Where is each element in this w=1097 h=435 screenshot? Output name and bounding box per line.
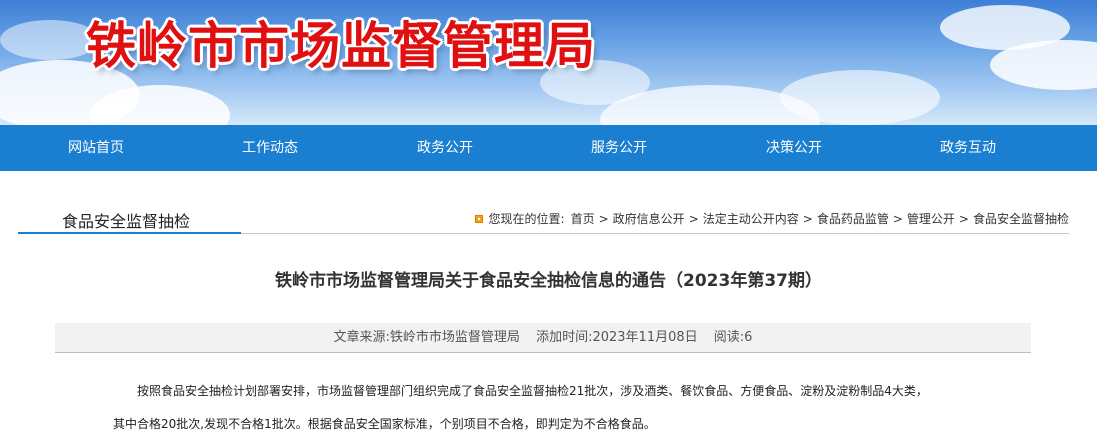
article-title: 铁岭市市场监督管理局关于食品安全抽检信息的通告（2023年第37期）: [275, 271, 822, 291]
nav-item-service[interactable]: 服务公开: [591, 125, 647, 171]
article-meta: 文章来源:铁岭市市场监督管理局 添加时间:2023年11月08日 阅读:6: [55, 323, 1031, 353]
breadcrumb: 您现在的位置: 首页 > 政府信息公开 > 法定主动公开内容 > 食品药品监管 …: [474, 210, 1069, 227]
breadcrumb-item-statutory[interactable]: 法定主动公开内容: [703, 210, 799, 227]
breadcrumb-prefix: 您现在的位置:: [488, 212, 565, 226]
article-paragraph-line: 按照食品安全抽检计划部署安排，市场监督管理部门组织完成了食品安全监督抽检21批次…: [137, 384, 928, 398]
breadcrumb-item-home[interactable]: 首页: [571, 210, 595, 227]
breadcrumb-separator: >: [802, 211, 813, 226]
breadcrumb-separator: >: [688, 211, 699, 226]
section-title: 食品安全监督抽检: [62, 212, 191, 231]
nav-item-home[interactable]: 网站首页: [68, 125, 124, 171]
section-underline-accent: [18, 232, 241, 234]
article-added-time: 添加时间:2023年11月08日: [536, 330, 698, 345]
breadcrumb-item-management[interactable]: 管理公开: [907, 210, 955, 227]
article-read-count: 阅读:6: [713, 330, 753, 345]
nav-item-decision[interactable]: 决策公开: [766, 125, 822, 171]
nav-item-interaction[interactable]: 政务互动: [940, 125, 996, 171]
cloud-decoration: [0, 20, 100, 60]
location-icon: [474, 214, 483, 223]
main-nav: 网站首页 工作动态 政务公开 服务公开 决策公开 政务互动: [0, 125, 1097, 171]
article-source: 文章来源:铁岭市市场监督管理局: [333, 330, 520, 345]
article-paragraph-line: 其中合格20批次,发现不合格1批次。根据食品安全国家标准，个别项目不合格，即判定…: [113, 417, 656, 431]
breadcrumb-separator: >: [958, 211, 969, 226]
nav-item-gov-affairs[interactable]: 政务公开: [417, 125, 473, 171]
breadcrumb-item-current[interactable]: 食品安全监督抽检: [973, 210, 1069, 227]
nav-item-work-news[interactable]: 工作动态: [242, 125, 298, 171]
cloud-decoration: [780, 70, 940, 125]
breadcrumb-item-food-drug[interactable]: 食品药品监管: [817, 210, 889, 227]
section-divider: [241, 233, 1069, 234]
site-title: 铁岭市市场监督管理局: [86, 17, 596, 75]
breadcrumb-item-gov-info[interactable]: 政府信息公开: [613, 210, 685, 227]
header-banner: 铁岭市市场监督管理局: [0, 0, 1097, 125]
breadcrumb-separator: >: [892, 211, 903, 226]
breadcrumb-separator: >: [598, 211, 609, 226]
